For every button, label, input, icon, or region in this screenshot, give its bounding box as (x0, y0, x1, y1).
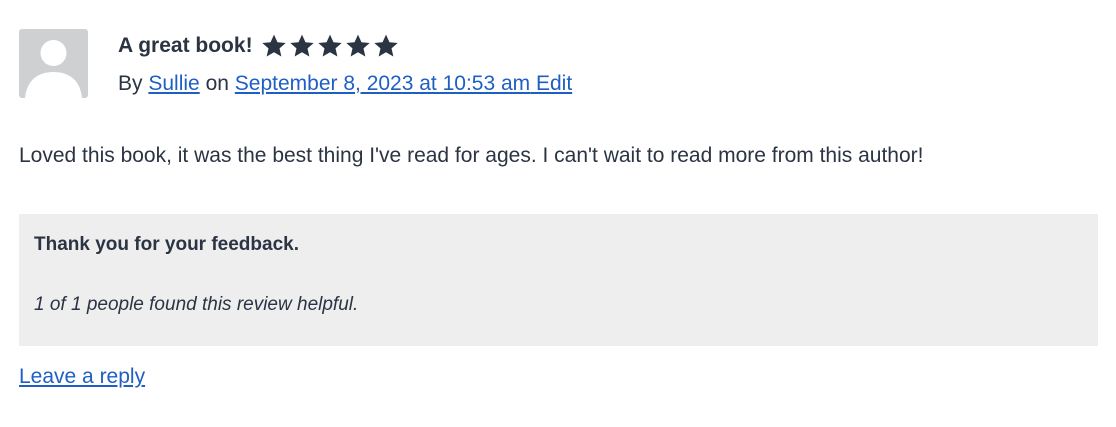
feedback-panel: Thank you for your feedback. 1 of 1 peop… (19, 214, 1098, 346)
star-icon (345, 33, 371, 59)
review-meta: By Sullie on September 8, 2023 at 10:53 … (118, 68, 572, 100)
star-icon (373, 33, 399, 59)
title-row: A great book! (118, 29, 572, 62)
star-icon (261, 33, 287, 59)
date-edit-link[interactable]: September 8, 2023 at 10:53 am Edit (235, 72, 572, 95)
edit-link-text: Edit (536, 72, 573, 95)
on-label: on (205, 72, 229, 95)
by-label: By (118, 72, 143, 95)
star-icon (289, 33, 315, 59)
review-body: Loved this book, it was the best thing I… (19, 144, 924, 167)
review-title: A great book! (118, 33, 253, 57)
helpful-count: 1 of 1 people found this review helpful. (34, 294, 359, 315)
star-icon (317, 33, 343, 59)
avatar (19, 29, 88, 98)
feedback-thanks: Thank you for your feedback. (34, 234, 299, 255)
user-silhouette-icon (25, 40, 82, 98)
leave-reply-link[interactable]: Leave a reply (19, 365, 145, 389)
star-rating (261, 33, 399, 59)
author-link[interactable]: Sullie (148, 72, 199, 95)
date-link-text: September 8, 2023 at 10:53 am (234, 72, 531, 95)
review-header: A great book! By Sullie on September 8, … (118, 29, 572, 100)
